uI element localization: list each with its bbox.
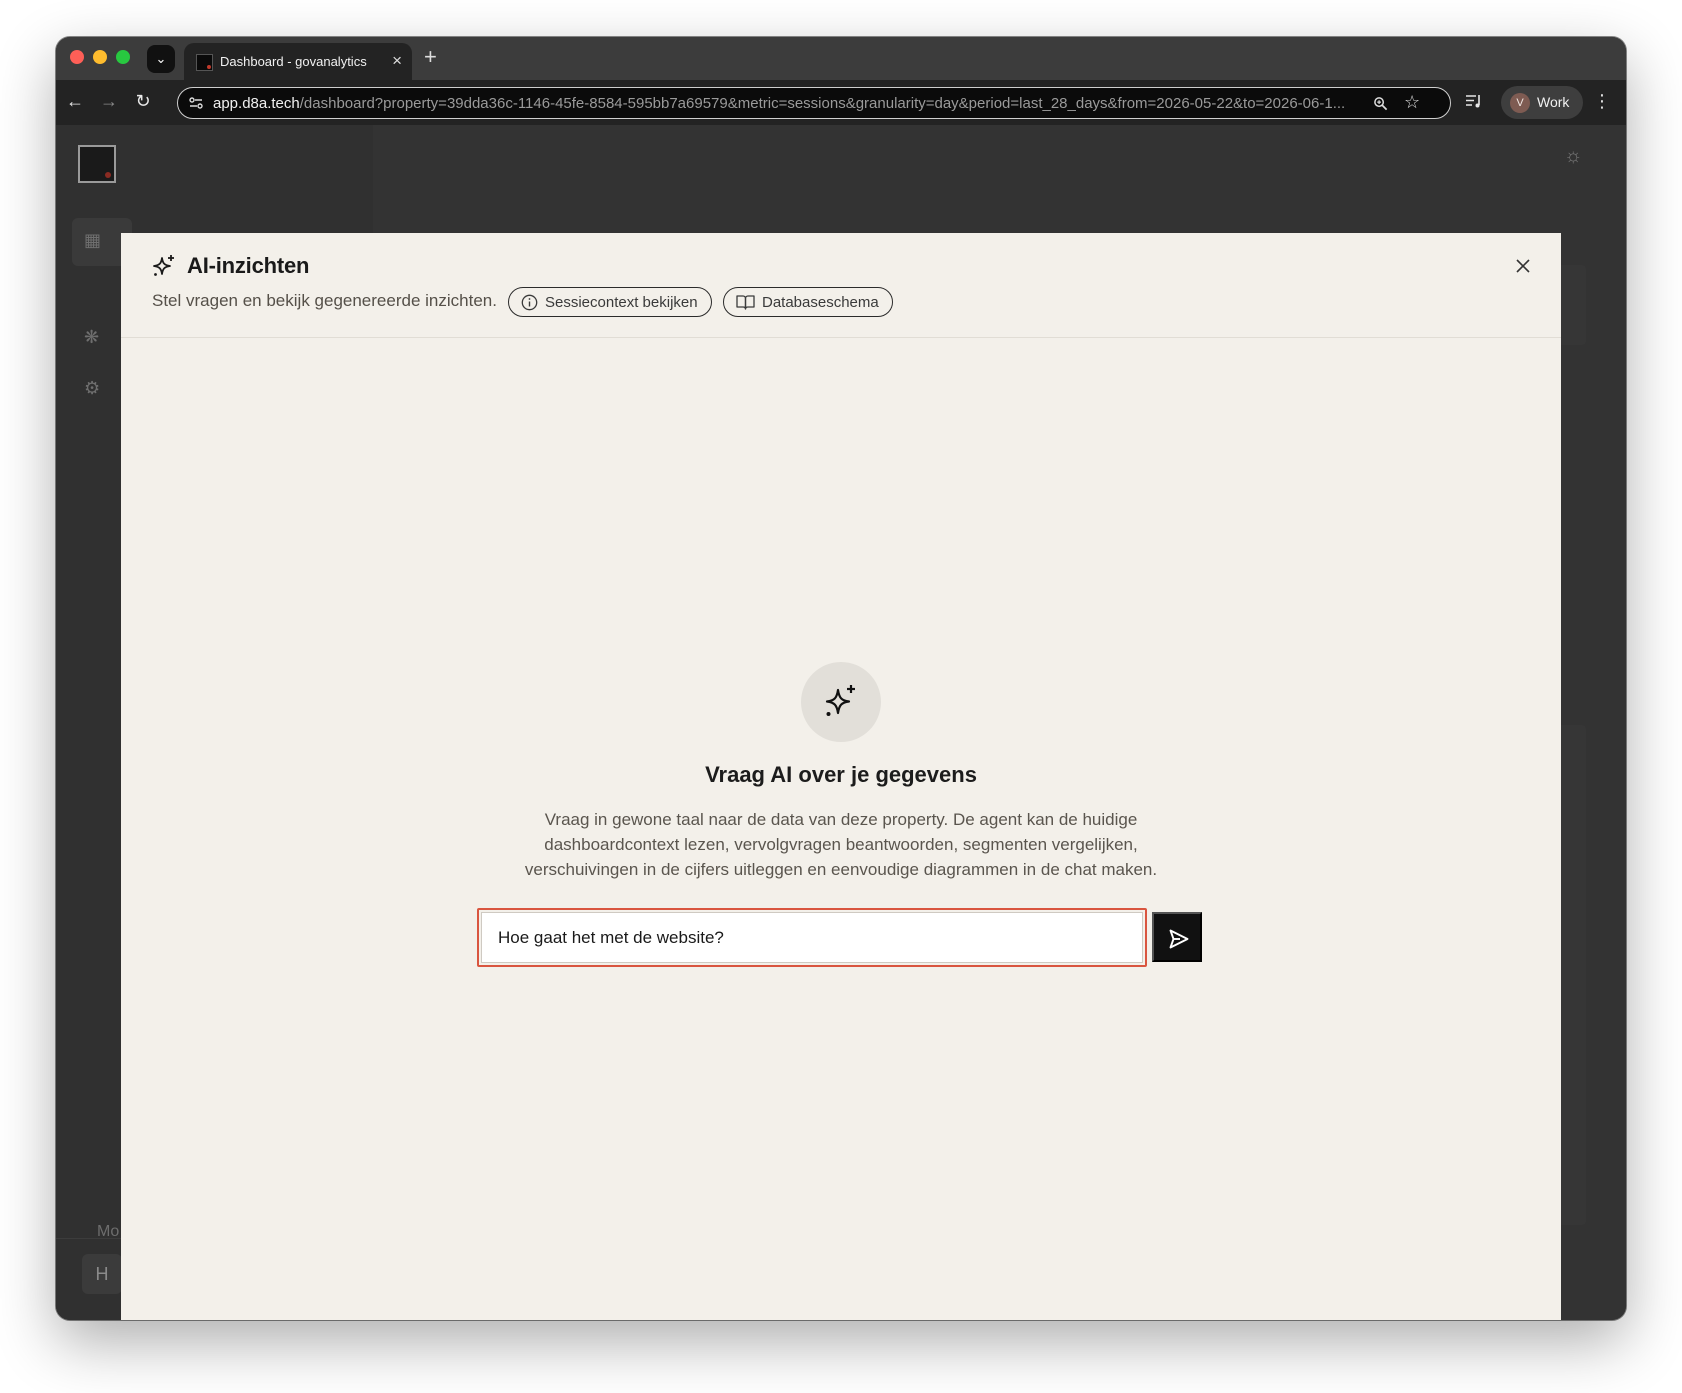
new-tab-button[interactable]: +	[424, 46, 437, 68]
window-minimize-button[interactable]	[93, 50, 107, 64]
gear-icon: ⚙	[84, 378, 101, 398]
zoom-icon[interactable]	[1373, 96, 1388, 111]
profile-button[interactable]: V Work	[1501, 86, 1583, 119]
empty-state-icon	[801, 662, 881, 742]
session-context-button[interactable]: Sessiecontext bekijken	[508, 287, 712, 317]
forward-icon[interactable]: →	[97, 90, 121, 112]
session-context-label: Sessiecontext bekijken	[545, 293, 698, 311]
dashboard-grid-icon: ▦	[84, 230, 102, 250]
send-button[interactable]	[1152, 912, 1202, 962]
tab-title: Dashboard - govanalytics	[220, 54, 367, 69]
empty-state-title: Vraag AI over je gegevens	[705, 762, 977, 787]
book-open-icon	[736, 295, 755, 310]
close-icon[interactable]	[1510, 253, 1536, 279]
sparkles-icon	[153, 255, 174, 276]
ai-insights-dialog: AI-inzichten Stel vragen en bekijk gegen…	[121, 233, 1561, 1320]
theme-toggle-icon: ☼	[1564, 145, 1583, 167]
profile-name: Work	[1537, 94, 1570, 110]
site-info-icon[interactable]	[188, 95, 204, 111]
chat-input[interactable]	[481, 912, 1143, 963]
reload-icon[interactable]: ↻	[131, 90, 155, 112]
database-schema-label: Databaseschema	[762, 293, 879, 311]
url-host: app.d8a.tech	[213, 95, 300, 112]
dialog-header: AI-inzichten Stel vragen en bekijk gegen…	[121, 233, 1561, 338]
address-bar[interactable]: app.d8a.tech/dashboard?property=39dda36c…	[177, 87, 1451, 119]
url-path: /dashboard?property=39dda36c-1146-45fe-8…	[299, 95, 1346, 112]
info-icon	[521, 294, 538, 310]
chat-input-focus-ring	[477, 908, 1147, 967]
send-icon	[1169, 929, 1189, 949]
page-viewport: ▦ ❋ ⚙ Mo H ☼ AI-inzichten Stel vragen en…	[56, 125, 1626, 1320]
sidebar-footer-label: Mo	[97, 1223, 120, 1240]
browser-tab[interactable]: Dashboard - govanalytics ×	[184, 43, 412, 80]
user-avatar: H	[82, 1254, 122, 1294]
favicon-icon	[196, 54, 213, 71]
empty-state-description: Vraag in gewone taal naar de data van de…	[524, 810, 1158, 879]
browser-window: ⌄ Dashboard - govanalytics × + ← → ↻ app…	[56, 37, 1626, 1320]
tab-list-icon[interactable]: ⌄	[147, 45, 175, 73]
media-controls-icon[interactable]	[1465, 94, 1482, 109]
window-close-button[interactable]	[70, 50, 84, 64]
tab-bar: ⌄ Dashboard - govanalytics × +	[56, 37, 1626, 80]
database-schema-button[interactable]: Databaseschema	[723, 287, 893, 317]
sparkles-icon	[825, 685, 855, 716]
window-maximize-button[interactable]	[116, 50, 130, 64]
browser-toolbar: ← → ↻ app.d8a.tech/dashboard?property=39…	[56, 80, 1626, 125]
tab-close-icon[interactable]: ×	[392, 51, 402, 71]
url-text: app.d8a.tech/dashboard?property=39dda36c…	[213, 95, 1353, 112]
avatar: V	[1510, 93, 1530, 113]
back-icon[interactable]: ←	[63, 90, 87, 112]
dialog-title: AI-inzichten	[187, 253, 310, 278]
app-logo	[78, 145, 116, 183]
bookmark-star-icon[interactable]: ☆	[1404, 92, 1420, 113]
dialog-subtitle: Stel vragen en bekijk gegenereerde inzic…	[152, 291, 497, 310]
menu-kebab-icon[interactable]: ⋮	[1593, 91, 1611, 112]
bug-icon: ❋	[84, 327, 100, 347]
